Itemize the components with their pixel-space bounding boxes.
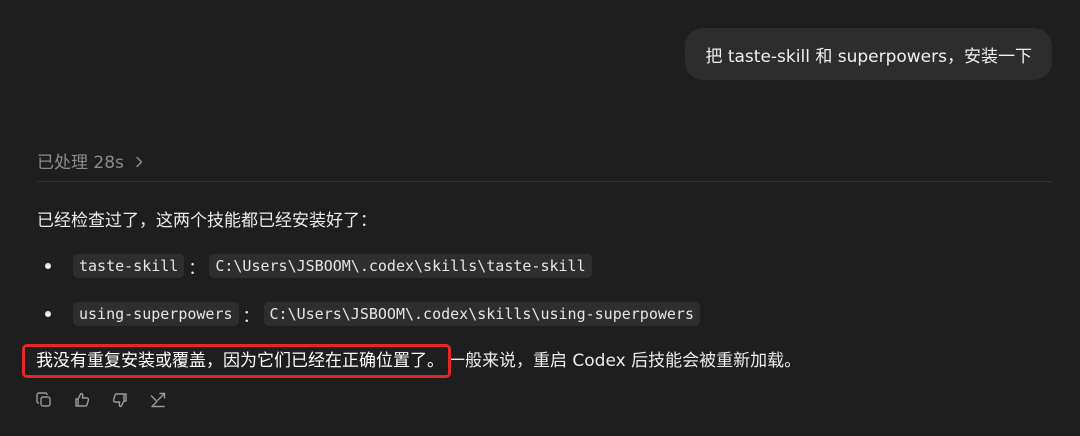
list-item: using-superpowers ： C:\Users\JSBOOM\.cod… (37, 297, 700, 331)
skill-list: taste-skill ： C:\Users\JSBOOM\.codex\ski… (37, 249, 700, 345)
thumbs-down-icon (112, 393, 127, 408)
separator: ： (188, 258, 206, 279)
share-button[interactable] (147, 389, 169, 411)
divider (37, 181, 1052, 182)
bullet-icon (45, 311, 51, 317)
assistant-summary: 已经检查过了，这两个技能都已经安装好了： (37, 211, 377, 231)
processed-toggle[interactable]: 已处理 28s (37, 148, 146, 173)
skill-path: C:\Users\JSBOOM\.codex\skills\taste-skil… (209, 254, 592, 278)
processed-label: 已处理 28s (37, 153, 124, 173)
thumbs-up-icon (75, 392, 90, 407)
separator: ： (242, 306, 260, 327)
closing-rest: 一般来说，重启 Codex 后技能会被重新加载。 (448, 351, 802, 371)
message-actions (33, 389, 169, 411)
user-message-text: 把 taste-skill 和 superpowers，安装一下 (705, 46, 1032, 67)
share-icon (150, 392, 166, 408)
copy-button[interactable] (33, 389, 55, 411)
assistant-closing: 我没有重复安装或覆盖，因为它们已经在正确位置了。 一般来说，重启 Codex 后技… (22, 344, 802, 378)
user-message-bubble: 把 taste-skill 和 superpowers，安装一下 (685, 28, 1052, 80)
copy-icon (36, 392, 51, 407)
skill-name: using-superpowers (73, 302, 239, 326)
bullet-icon (45, 263, 51, 269)
chevron-right-icon (132, 154, 146, 168)
thumbs-up-button[interactable] (71, 389, 93, 411)
thumbs-down-button[interactable] (109, 389, 131, 411)
skill-path: C:\Users\JSBOOM\.codex\skills\using-supe… (263, 302, 700, 326)
list-item: taste-skill ： C:\Users\JSBOOM\.codex\ski… (37, 249, 700, 283)
skill-name: taste-skill (73, 254, 185, 278)
highlighted-sentence: 我没有重复安装或覆盖，因为它们已经在正确位置了。 (22, 344, 451, 378)
